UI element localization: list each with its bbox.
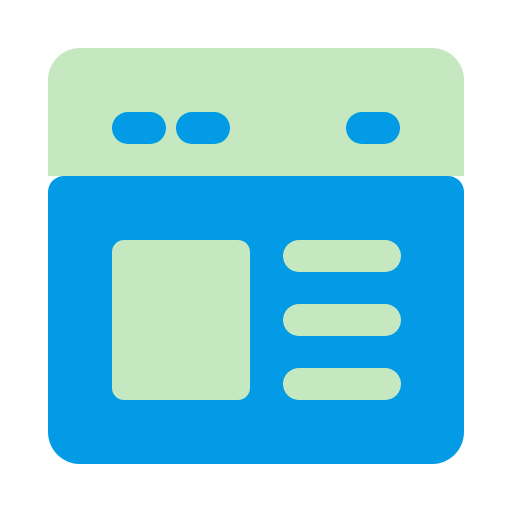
window-content-area xyxy=(48,176,464,464)
browser-window-icon xyxy=(48,48,464,464)
image-placeholder xyxy=(112,240,250,400)
titlebar-dot-1 xyxy=(112,112,166,144)
text-line-1 xyxy=(283,240,401,272)
titlebar-dot-3 xyxy=(346,112,400,144)
text-line-2 xyxy=(283,304,401,336)
titlebar-dot-2 xyxy=(176,112,230,144)
window-titlebar xyxy=(48,48,464,176)
text-line-3 xyxy=(283,368,401,400)
